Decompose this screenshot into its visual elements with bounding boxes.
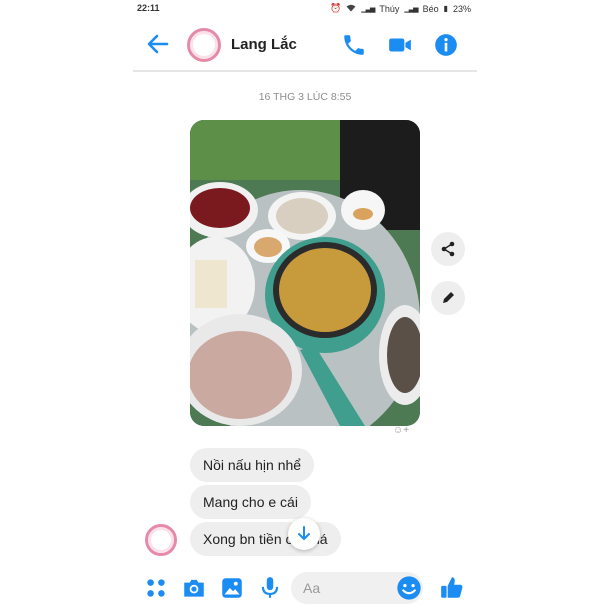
messenger-screen: 22:11 ⏰ ▁▃▅ Thúy ▁▃▅ Béo ▮ 23% Lang Lắc — [133, 0, 477, 610]
status-indicators: ⏰ ▁▃▅ Thúy ▁▃▅ Béo ▮ 23% — [330, 3, 471, 14]
emoji-icon[interactable] — [395, 574, 423, 602]
gallery-icon[interactable] — [219, 575, 245, 601]
phone-icon[interactable] — [341, 32, 367, 58]
message-composer — [133, 566, 477, 610]
chat-header: Lang Lắc — [133, 18, 477, 72]
alarm-icon: ⏰ — [330, 3, 342, 13]
share-icon[interactable] — [431, 232, 465, 266]
thumbs-up-icon[interactable] — [439, 575, 465, 601]
status-time: 22:11 — [137, 3, 160, 13]
sender-avatar[interactable] — [145, 524, 177, 556]
status-bar: 22:11 ⏰ ▁▃▅ Thúy ▁▃▅ Béo ▮ 23% — [133, 0, 477, 18]
contact-avatar[interactable] — [187, 28, 221, 62]
shared-photo[interactable] — [190, 120, 420, 426]
camera-icon[interactable] — [181, 575, 207, 601]
contact-name[interactable]: Lang Lắc — [231, 36, 297, 53]
edit-pencil-icon[interactable] — [431, 281, 465, 315]
message-timestamp: 16 THG 3 LÚC 8:55 — [258, 91, 352, 103]
signal-icon: ▁▃▅ — [404, 5, 418, 13]
battery-level: 23% — [452, 3, 471, 14]
scroll-down-arrow-icon[interactable] — [288, 518, 320, 550]
carrier-2: Béo — [422, 3, 439, 14]
battery-icon: ▮ — [443, 4, 448, 13]
message-bubble[interactable]: Nồi nấu hịn nhể — [190, 448, 315, 482]
microphone-icon[interactable] — [257, 575, 283, 601]
back-arrow-icon[interactable] — [145, 31, 171, 57]
message-bubble[interactable]: Mang cho e cái — [190, 485, 311, 519]
carrier-1: Thúy — [379, 3, 400, 14]
signal-icon: ▁▃▅ — [361, 5, 375, 13]
video-camera-icon[interactable] — [387, 32, 413, 58]
info-icon[interactable] — [433, 32, 459, 58]
add-reaction-icon[interactable]: ☺+ — [393, 425, 415, 443]
apps-icon[interactable] — [143, 575, 169, 601]
wifi-icon — [346, 4, 356, 14]
